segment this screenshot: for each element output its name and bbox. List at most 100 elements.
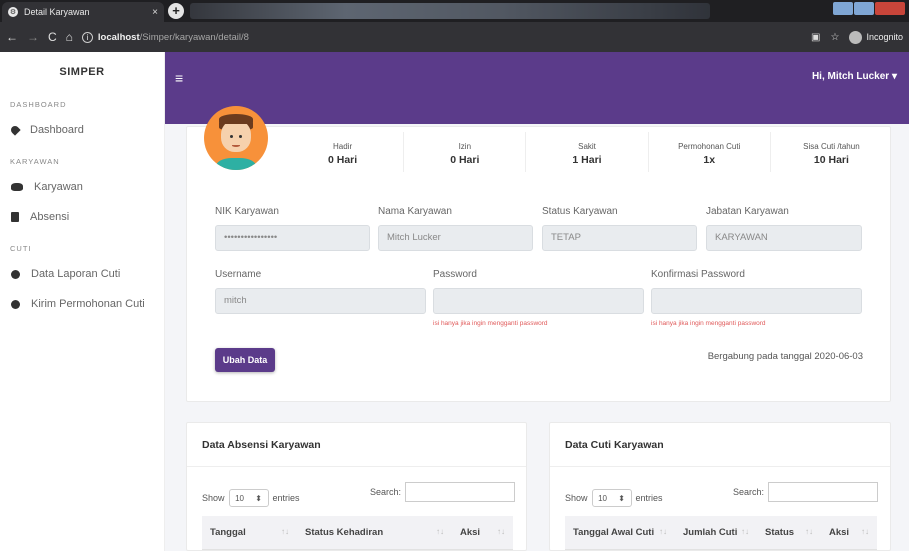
address-actions: ▣ ☆ Incognito [811, 30, 903, 44]
tab-close-icon[interactable]: × [152, 7, 158, 18]
stat-value: 1 Hari [572, 154, 602, 166]
stat-label: Hadir [333, 142, 353, 151]
stat-izin: Izin 0 Hari [403, 132, 525, 172]
maximize-button[interactable] [854, 2, 874, 15]
cuti-panel: Data Cuti Karyawan Show 10 ⬍ entries Sear… [549, 422, 891, 551]
search-input[interactable] [768, 482, 879, 502]
info-icon[interactable]: i [81, 31, 93, 43]
nama-field[interactable]: Mitch Lucker [378, 225, 533, 251]
sort-icon: ↑↓ [281, 527, 289, 536]
star-icon[interactable]: ☆ [831, 32, 840, 43]
table-header: Tanggal ↑↓ Status Kehadiran ↑↓ Aksi ↑↓ [202, 516, 513, 550]
back-icon[interactable]: ← [6, 30, 18, 44]
sort-icon: ↑↓ [861, 527, 869, 536]
url-field[interactable]: i localhost /Simper/karyawan/detail/8 [81, 26, 249, 48]
sidebar-item-dashboard[interactable]: Dashboard [0, 115, 164, 145]
dot-icon [11, 299, 20, 309]
blurred-tabs [190, 3, 710, 19]
brand-logo[interactable]: SIMPER [0, 66, 164, 88]
book-icon [11, 212, 19, 222]
stat-label: Permohonan Cuti [678, 142, 741, 151]
favicon-icon: ⚙ [8, 7, 18, 17]
users-icon [11, 183, 23, 191]
stat-value: 0 Hari [328, 154, 358, 166]
entries-select[interactable]: 10 ⬍ [228, 489, 269, 507]
sort-icon: ↑↓ [805, 527, 813, 536]
stat-value: 0 Hari [450, 154, 480, 166]
column-header-tanggal[interactable]: Tanggal ↑↓ [202, 527, 297, 538]
sidebar-item-kirim-cuti[interactable]: Kirim Permohonan Cuti [0, 289, 164, 319]
joined-date: Bergabung pada tanggal 2020-06-03 [707, 351, 863, 362]
entries-value: 10 [598, 493, 608, 503]
tab-title: Detail Karyawan [24, 7, 90, 17]
stat-label: Sakit [578, 142, 596, 151]
show-label: Show [202, 493, 225, 503]
reload-icon[interactable]: C [48, 30, 57, 44]
stats-row: Hadir 0 Hari Izin 0 Hari Sakit 1 Hari Pe… [187, 132, 892, 172]
sidebar-item-karyawan[interactable]: Karyawan [0, 172, 164, 202]
sort-icon: ↑↓ [741, 527, 749, 536]
show-label: Show [565, 493, 588, 503]
sidebar-item-label: Karyawan [34, 181, 83, 193]
username-field[interactable]: mitch [215, 288, 426, 314]
search-label: Search: [370, 487, 402, 497]
browser-tabbar: ⚙ Detail Karyawan × + [0, 0, 909, 22]
entries-value: 10 [235, 493, 245, 503]
stat-value: 1x [703, 154, 716, 166]
user-menu[interactable]: Hi, Mitch Lucker ▾ [812, 71, 897, 82]
home-icon[interactable]: ⌂ [66, 30, 73, 44]
panel-title: Data Cuti Karyawan [565, 439, 664, 451]
jabatan-label: Jabatan Karyawan [706, 206, 789, 217]
column-header-status[interactable]: Status ↑↓ [757, 527, 821, 538]
status-field[interactable]: TETAP [542, 225, 697, 251]
sidebar-item-label: Data Laporan Cuti [31, 268, 121, 280]
avatar [204, 106, 268, 170]
column-header-aksi[interactable]: Aksi ↑↓ [821, 527, 877, 538]
sidebar-item-absensi[interactable]: Absensi [0, 202, 164, 232]
panel-title: Data Absensi Karyawan [202, 439, 321, 451]
chevron-down-icon: ⬍ [255, 493, 262, 503]
close-window-button[interactable] [875, 2, 905, 15]
section-dashboard: DASHBOARD [10, 100, 67, 109]
stat-sisa-cuti: Sisa Cuti /tahun 10 Hari [769, 132, 892, 172]
incognito-badge[interactable]: Incognito [849, 30, 903, 44]
column-header-status[interactable]: Status Kehadiran ↑↓ [297, 527, 452, 538]
stat-label: Sisa Cuti /tahun [803, 142, 860, 151]
forward-icon[interactable]: → [27, 30, 39, 44]
konfirmasi-hint: isi hanya jika ingin mengganti password [651, 320, 766, 327]
sidebar: SIMPER DASHBOARD Dashboard KARYAWAN Kary… [0, 52, 165, 551]
incognito-icon [849, 30, 863, 44]
konfirmasi-password-field[interactable] [651, 288, 862, 314]
search-input[interactable] [405, 482, 516, 502]
new-tab-button[interactable]: + [168, 3, 184, 19]
ubah-data-button[interactable]: Ubah Data [215, 348, 275, 372]
top-header: ≡ Hi, Mitch Lucker ▾ [165, 52, 909, 124]
incognito-label: Incognito [866, 32, 903, 42]
nama-label: Nama Karyawan [378, 206, 452, 217]
jabatan-field[interactable]: KARYAWAN [706, 225, 862, 251]
section-cuti: CUTI [10, 244, 32, 253]
browser-tab[interactable]: ⚙ Detail Karyawan × [2, 2, 164, 22]
sort-icon: ↑↓ [436, 527, 444, 536]
password-label: Password [433, 269, 477, 280]
nik-label: NIK Karyawan [215, 206, 279, 217]
hamburger-menu-icon[interactable]: ≡ [175, 70, 183, 86]
sort-icon: ↑↓ [659, 527, 667, 536]
translate-icon[interactable]: ▣ [811, 32, 820, 43]
column-header-aksi[interactable]: Aksi ↑↓ [452, 527, 513, 538]
column-header-tanggal-awal[interactable]: Tanggal Awal Cuti ↑↓ [565, 527, 675, 538]
entries-select[interactable]: 10 ⬍ [591, 489, 632, 507]
url-path: /Simper/karyawan/detail/8 [139, 31, 249, 43]
minimize-button[interactable] [833, 2, 853, 15]
sidebar-item-laporan-cuti[interactable]: Data Laporan Cuti [0, 259, 164, 289]
status-label: Status Karyawan [542, 206, 618, 217]
search-label: Search: [733, 487, 765, 497]
window-controls [833, 2, 905, 15]
password-field[interactable] [433, 288, 644, 314]
username-label: Username [215, 269, 262, 280]
nik-field[interactable]: •••••••••••••••• [215, 225, 370, 251]
column-header-jumlah[interactable]: Jumlah Cuti ↑↓ [675, 527, 757, 538]
stat-permohonan-cuti: Permohonan Cuti 1x [647, 132, 770, 172]
entries-label: entries [272, 493, 300, 503]
table-header: Tanggal Awal Cuti ↑↓ Jumlah Cuti ↑↓ Status… [565, 516, 877, 550]
